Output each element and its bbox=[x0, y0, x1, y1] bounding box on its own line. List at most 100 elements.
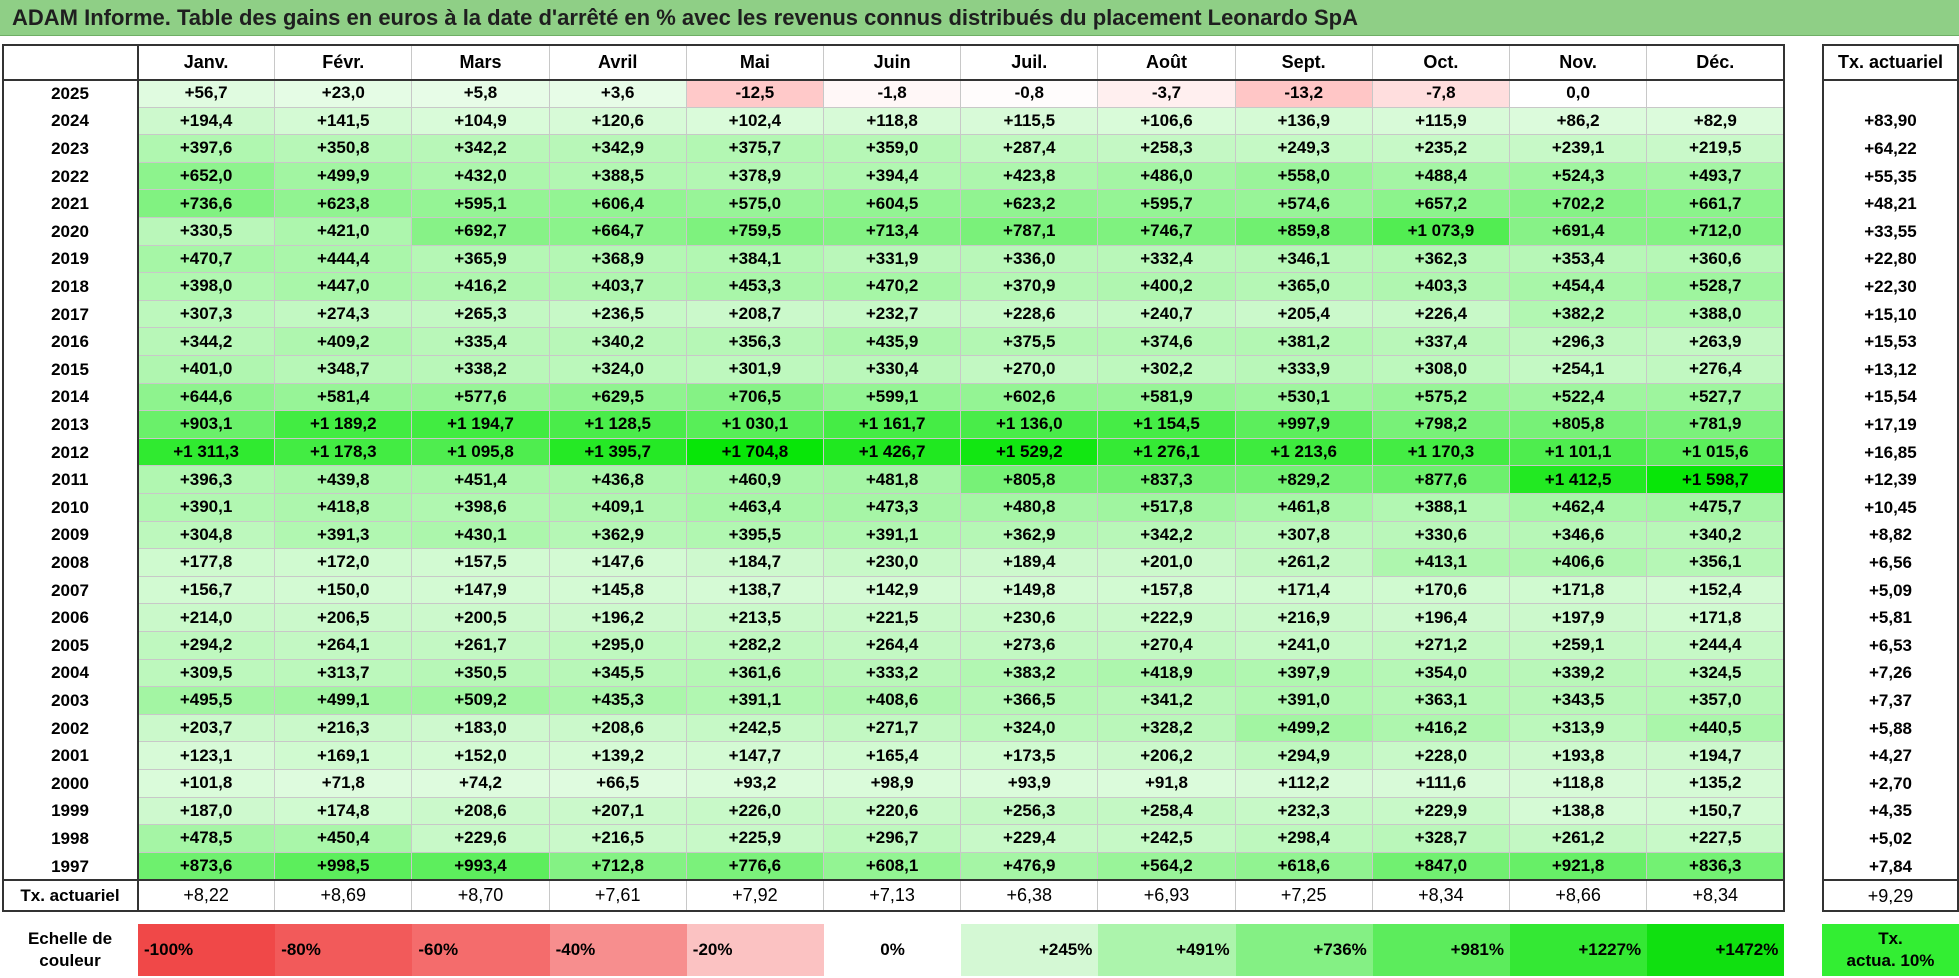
gain-cell: +240,7 bbox=[1098, 300, 1236, 329]
gain-cell: +298,4 bbox=[1235, 825, 1373, 853]
gain-cell: +439,8 bbox=[275, 466, 413, 494]
gain-cell: +93,9 bbox=[961, 770, 1099, 798]
footer-rate-cell: +7,13 bbox=[824, 880, 962, 913]
gain-cell: +219,5 bbox=[1647, 135, 1785, 163]
gain-cell: +174,8 bbox=[275, 797, 413, 826]
gain-cell: +509,2 bbox=[412, 687, 550, 715]
actuarial-rate-cell bbox=[1822, 80, 1959, 108]
gain-cell: +216,3 bbox=[275, 714, 413, 743]
month-header: Mai bbox=[687, 44, 824, 80]
gain-cell: +447,0 bbox=[275, 273, 413, 301]
year-label: 2024 bbox=[51, 111, 89, 131]
gain-cell: +184,7 bbox=[686, 549, 824, 577]
gain-cell: +157,8 bbox=[1098, 576, 1236, 605]
color-scale-swatch: -100% bbox=[138, 924, 276, 976]
gain-cell: +342,2 bbox=[412, 135, 550, 163]
gain-cell: +997,9 bbox=[1235, 411, 1373, 439]
gain-cell: +229,4 bbox=[961, 825, 1099, 853]
color-scale-swatch: +736% bbox=[1235, 924, 1373, 976]
gain-cell: +1 189,2 bbox=[275, 411, 413, 439]
gain-cell: +423,8 bbox=[961, 162, 1099, 191]
month-header: Juin bbox=[824, 44, 962, 80]
gain-cell: +401,0 bbox=[138, 356, 276, 384]
gain-cell: +226,4 bbox=[1372, 300, 1510, 329]
gain-cell: +394,4 bbox=[824, 162, 962, 191]
gain-cell: +330,4 bbox=[824, 356, 962, 384]
gain-cell: +147,7 bbox=[686, 742, 824, 770]
gain-cell: +111,6 bbox=[1372, 770, 1510, 798]
gain-cell: +244,4 bbox=[1647, 632, 1785, 660]
gain-cell: +194,7 bbox=[1647, 742, 1785, 770]
gain-cell: +226,0 bbox=[686, 797, 824, 826]
year-label: 2011 bbox=[51, 470, 89, 490]
gain-cell: +1 073,9 bbox=[1372, 218, 1510, 246]
gain-cell: +1 412,5 bbox=[1510, 466, 1648, 494]
footer-rate-cell: +7,25 bbox=[1235, 880, 1373, 913]
year-label: 2002 bbox=[51, 718, 89, 738]
gain-cell: +365,9 bbox=[412, 245, 550, 274]
year-label: 2000 bbox=[51, 773, 89, 793]
gain-cell: +324,0 bbox=[961, 714, 1099, 743]
actuarial-rate-cell: +7,37 bbox=[1868, 690, 1912, 710]
month-header: Août bbox=[1098, 44, 1236, 80]
gain-cell: +461,8 bbox=[1235, 494, 1373, 522]
gain-cell: +261,2 bbox=[1510, 825, 1648, 853]
gain-cell: +362,3 bbox=[1372, 245, 1510, 274]
header-rule bbox=[2, 79, 1786, 81]
year-label: 2003 bbox=[51, 690, 89, 710]
gain-cell: +859,8 bbox=[1235, 218, 1373, 246]
gain-cell: +308,0 bbox=[1372, 356, 1510, 384]
gain-cell: +604,5 bbox=[824, 190, 962, 218]
gain-cell: +528,7 bbox=[1647, 273, 1785, 301]
gain-cell: +307,8 bbox=[1235, 521, 1373, 550]
gain-cell: +390,1 bbox=[138, 494, 276, 522]
gain-cell: +183,0 bbox=[412, 714, 550, 743]
actuarial-rate-cell: +6,53 bbox=[1868, 635, 1912, 655]
gain-cell bbox=[1647, 80, 1785, 108]
gain-cell: +115,5 bbox=[961, 107, 1099, 136]
gain-cell: +236,5 bbox=[549, 300, 687, 329]
report-title-bar: ADAM Informe. Table des gains en euros à… bbox=[0, 0, 1959, 36]
gain-cell: +294,2 bbox=[138, 632, 276, 660]
color-scale-swatch: -80% bbox=[275, 924, 413, 976]
gain-cell: +214,0 bbox=[138, 604, 276, 632]
year-label: 2005 bbox=[51, 635, 89, 655]
gain-cell: +495,5 bbox=[138, 687, 276, 715]
gain-cell: +473,3 bbox=[824, 494, 962, 522]
gain-cell: +564,2 bbox=[1098, 852, 1236, 881]
gain-cell: +270,4 bbox=[1098, 632, 1236, 660]
gain-cell: +575,2 bbox=[1372, 383, 1510, 412]
gain-cell: +156,7 bbox=[138, 576, 276, 605]
gain-cell: +375,7 bbox=[686, 135, 824, 163]
gain-cell: +276,4 bbox=[1647, 356, 1785, 384]
actuarial-rate-cell: +6,56 bbox=[1868, 552, 1912, 572]
year-column-rule bbox=[137, 44, 139, 913]
gain-cell: +383,2 bbox=[961, 659, 1099, 688]
gain-cell: +1 170,3 bbox=[1372, 438, 1510, 467]
footer-rate-cell: +6,38 bbox=[961, 880, 1099, 913]
gain-cell: +480,8 bbox=[961, 494, 1099, 522]
year-label: 2006 bbox=[51, 608, 89, 628]
gain-cell: +265,3 bbox=[412, 300, 550, 329]
gain-cell: +71,8 bbox=[275, 770, 413, 798]
year-label: 2022 bbox=[51, 166, 89, 186]
gain-cell: +340,2 bbox=[1647, 521, 1785, 550]
gain-cell: +408,6 bbox=[824, 687, 962, 715]
gain-cell: +398,0 bbox=[138, 273, 276, 301]
footer-rate-cell: +8,69 bbox=[275, 880, 413, 913]
gain-cell: +333,2 bbox=[824, 659, 962, 688]
gain-cell: +242,5 bbox=[686, 714, 824, 743]
gain-cell: +381,2 bbox=[1235, 328, 1373, 356]
gain-cell: +171,8 bbox=[1510, 576, 1648, 605]
actuarial-rate-cell: +7,26 bbox=[1868, 663, 1912, 683]
gain-cell: +375,5 bbox=[961, 328, 1099, 356]
actuarial-rate-cell: +12,39 bbox=[1864, 470, 1917, 490]
gain-cell: +460,9 bbox=[686, 466, 824, 494]
gain-cell: +993,4 bbox=[412, 852, 550, 881]
year-label: 2001 bbox=[51, 746, 89, 766]
gain-cell: +118,8 bbox=[1510, 770, 1648, 798]
gain-cell: +235,2 bbox=[1372, 135, 1510, 163]
gain-cell: +712,8 bbox=[549, 852, 687, 881]
gain-cell: +877,6 bbox=[1372, 466, 1510, 494]
gain-cell: +172,0 bbox=[275, 549, 413, 577]
